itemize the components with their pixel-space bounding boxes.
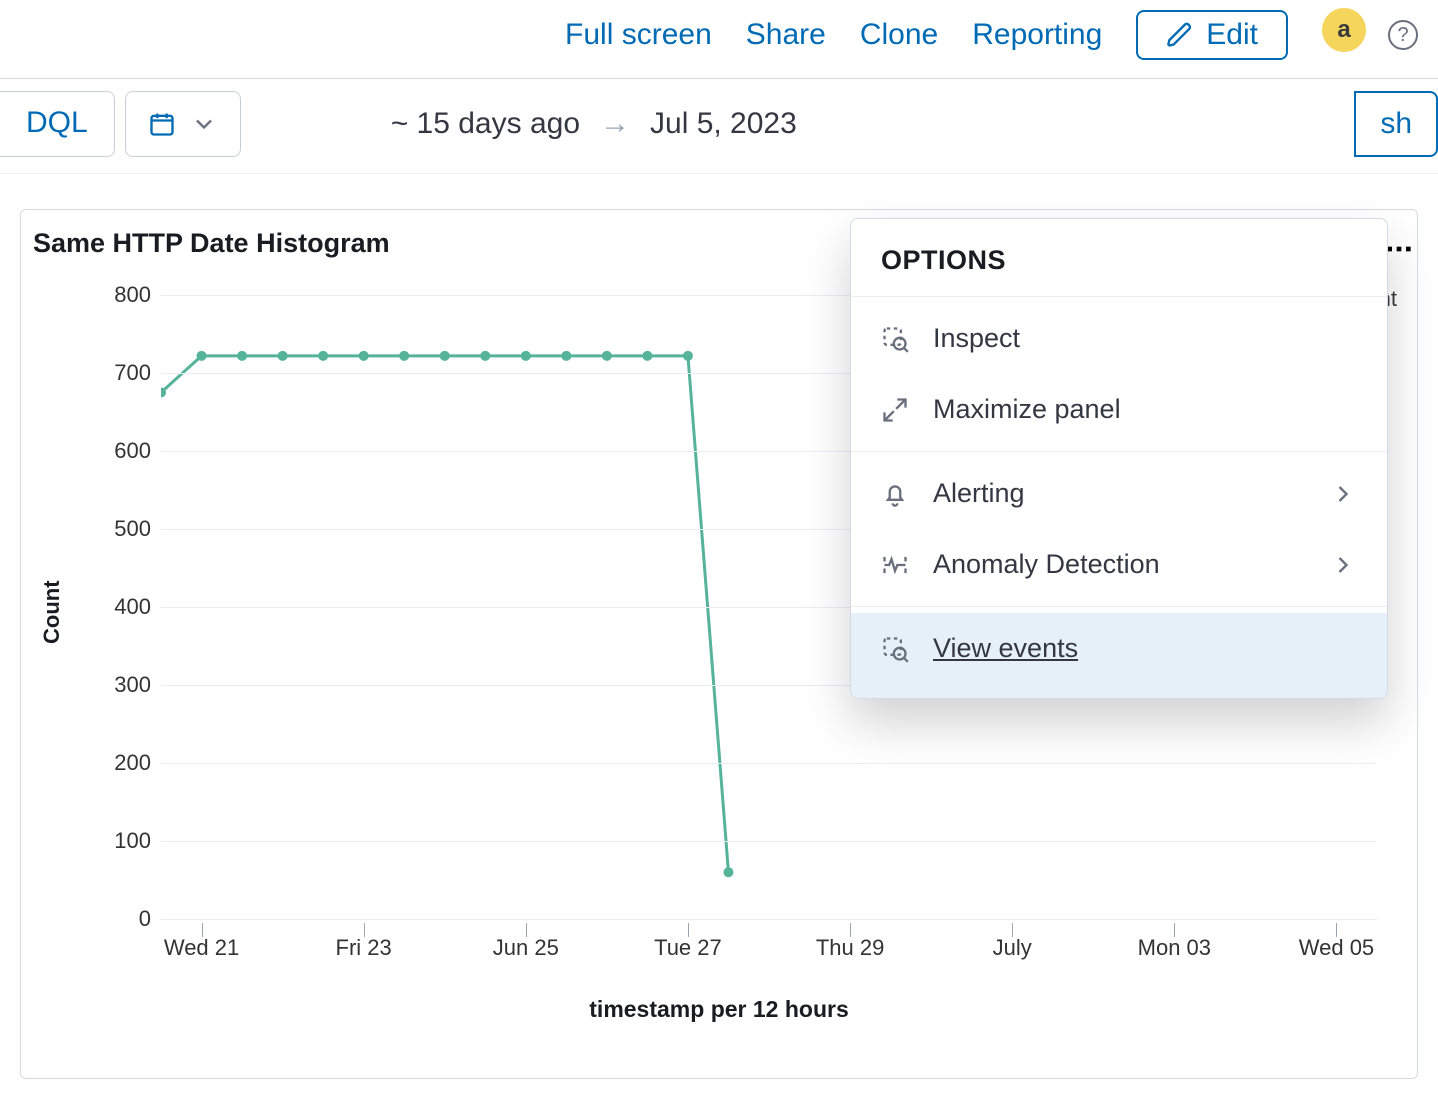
calendar-icon [148, 110, 176, 138]
option-view-events-label: View events [933, 633, 1078, 664]
help-icon[interactable]: ? [1388, 20, 1418, 50]
chevron-right-icon [1329, 480, 1357, 508]
x-axis-ticks: Wed 21Fri 23Jun 25Tue 27Thu 29JulyMon 03… [161, 935, 1377, 975]
anomaly-icon [881, 551, 909, 579]
dashboard-topbar: Full screen Share Clone Reporting Edit a… [0, 0, 1438, 79]
option-view-events[interactable]: View events [851, 613, 1387, 698]
chevron-down-icon [190, 110, 218, 138]
ellipsis-icon [1385, 244, 1413, 254]
share-link[interactable]: Share [746, 18, 826, 52]
full-screen-link[interactable]: Full screen [565, 18, 712, 52]
inspect-icon [881, 325, 909, 353]
panel-options-popover: OPTIONS Inspect Maximize panel Alerting [850, 218, 1388, 699]
edit-button-label: Edit [1206, 18, 1258, 52]
bell-icon [881, 480, 909, 508]
pencil-icon [1166, 21, 1194, 49]
date-range-to: Jul 5, 2023 [650, 107, 797, 141]
option-maximize-label: Maximize panel [933, 394, 1121, 425]
option-maximize[interactable]: Maximize panel [851, 374, 1387, 445]
avatar[interactable]: a [1322, 8, 1366, 52]
y-axis-title: Count [39, 580, 65, 644]
option-inspect-label: Inspect [933, 323, 1020, 354]
query-bar: DQL ~ 15 days ago → Jul 5, 2023 sh [0, 79, 1438, 174]
reporting-link[interactable]: Reporting [972, 18, 1102, 52]
y-axis-ticks: 0100200300400500600700800 [91, 295, 151, 919]
refresh-button[interactable]: sh [1354, 91, 1438, 157]
date-range-from: ~ 15 days ago [391, 107, 580, 141]
chevron-right-icon [1329, 551, 1357, 579]
option-alerting[interactable]: Alerting [851, 458, 1387, 529]
clone-link[interactable]: Clone [860, 18, 938, 52]
arrow-right-icon: → [600, 107, 630, 141]
edit-button[interactable]: Edit [1136, 10, 1288, 60]
date-picker-toggle[interactable] [125, 91, 241, 157]
option-inspect[interactable]: Inspect [851, 303, 1387, 374]
option-anomaly-detection[interactable]: Anomaly Detection [851, 529, 1387, 600]
date-range-display[interactable]: ~ 15 days ago → Jul 5, 2023 [251, 91, 1345, 157]
expand-icon [881, 396, 909, 424]
x-axis-title: timestamp per 12 hours [589, 996, 848, 1023]
option-alerting-label: Alerting [933, 478, 1025, 509]
view-events-icon [881, 635, 909, 663]
option-anomaly-label: Anomaly Detection [933, 549, 1160, 580]
dql-toggle[interactable]: DQL [0, 91, 115, 157]
popover-header: OPTIONS [851, 219, 1387, 296]
